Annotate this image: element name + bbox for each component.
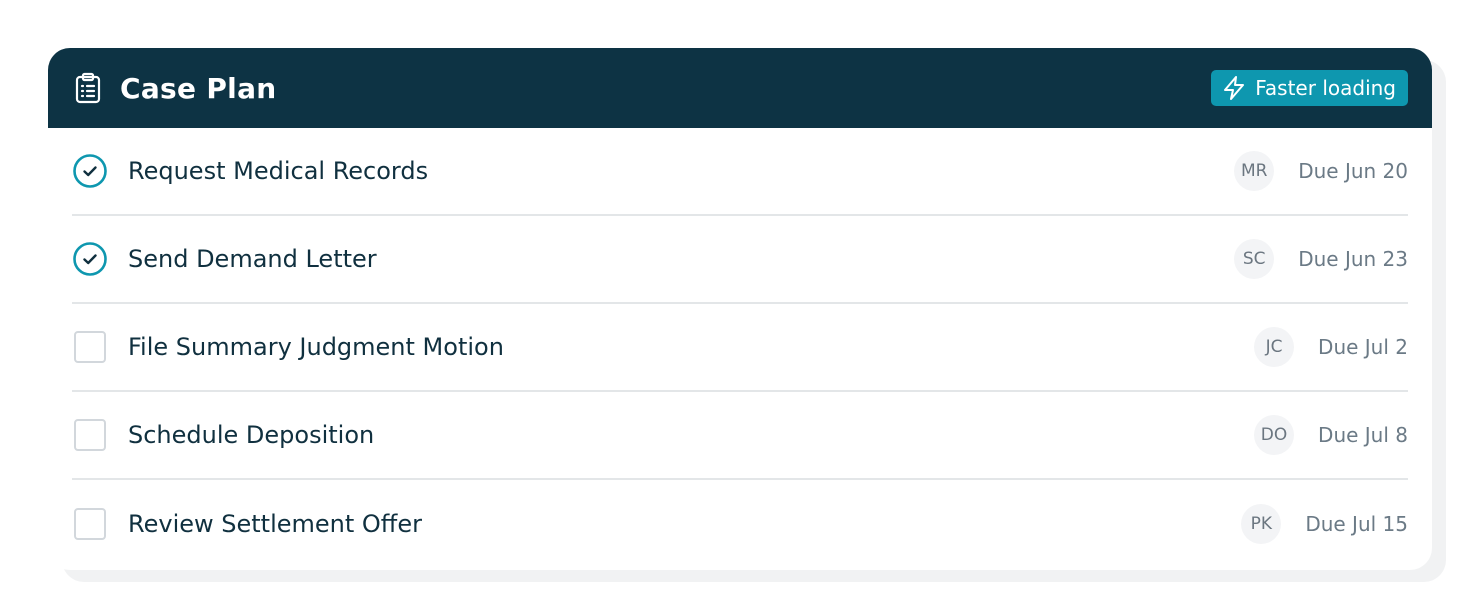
due-date: Due Jul 15 xyxy=(1305,512,1408,536)
due-date: Due Jun 23 xyxy=(1298,247,1408,271)
task-checkbox[interactable] xyxy=(72,506,108,542)
task-row-left: Review Settlement Offer xyxy=(72,506,422,542)
task-list: Request Medical Records MR Due Jun 20 Send … xyxy=(48,128,1432,568)
due-date: Due Jun 20 xyxy=(1298,159,1408,183)
checkbox-box xyxy=(74,419,106,451)
assignee-avatar: PK xyxy=(1241,504,1282,544)
task-checkbox[interactable] xyxy=(72,329,108,365)
assignee-avatar: SC xyxy=(1234,239,1275,279)
task-row[interactable]: Review Settlement Offer PK Due Jul 15 xyxy=(72,480,1408,568)
header-title-group: Case Plan xyxy=(74,72,277,105)
task-label: File Summary Judgment Motion xyxy=(128,333,504,361)
task-label: Review Settlement Offer xyxy=(128,510,422,538)
faster-loading-button[interactable]: Faster loading xyxy=(1211,70,1408,106)
task-meta: JC Due Jul 2 xyxy=(1254,327,1408,367)
task-meta: MR Due Jun 20 xyxy=(1234,151,1408,191)
page-title: Case Plan xyxy=(120,71,277,105)
assignee-avatar: JC xyxy=(1254,327,1295,367)
check-circle-icon[interactable] xyxy=(72,153,108,189)
task-row[interactable]: Schedule Deposition DO Due Jul 8 xyxy=(72,392,1408,480)
task-row-left: File Summary Judgment Motion xyxy=(72,329,504,365)
task-row-left: Send Demand Letter xyxy=(72,241,377,277)
task-row[interactable]: Send Demand Letter SC Due Jun 23 xyxy=(72,216,1408,304)
task-checkbox[interactable] xyxy=(72,417,108,453)
assignee-avatar: MR xyxy=(1234,151,1275,191)
card-header: Case Plan Faster loading xyxy=(48,48,1432,128)
checkbox-box xyxy=(74,508,106,540)
lightning-icon xyxy=(1223,76,1245,100)
task-meta: DO Due Jul 8 xyxy=(1254,415,1408,455)
task-label: Request Medical Records xyxy=(128,157,429,185)
task-meta: SC Due Jun 23 xyxy=(1234,239,1408,279)
task-label: Schedule Deposition xyxy=(128,421,375,449)
due-date: Due Jul 8 xyxy=(1318,423,1408,447)
task-row[interactable]: Request Medical Records MR Due Jun 20 xyxy=(72,128,1408,216)
case-plan-card: Case Plan Faster loading Request Medical… xyxy=(48,48,1432,570)
check-circle-icon[interactable] xyxy=(72,241,108,277)
task-meta: PK Due Jul 15 xyxy=(1241,504,1408,544)
task-row-left: Schedule Deposition xyxy=(72,417,374,453)
clipboard-list-icon xyxy=(74,72,102,104)
checkbox-box xyxy=(74,331,106,363)
faster-loading-label: Faster loading xyxy=(1255,76,1396,100)
due-date: Due Jul 2 xyxy=(1318,335,1408,359)
task-row[interactable]: File Summary Judgment Motion JC Due Jul 2 xyxy=(72,304,1408,392)
task-row-left: Request Medical Records xyxy=(72,153,428,189)
task-label: Send Demand Letter xyxy=(128,245,377,273)
assignee-avatar: DO xyxy=(1254,415,1295,455)
